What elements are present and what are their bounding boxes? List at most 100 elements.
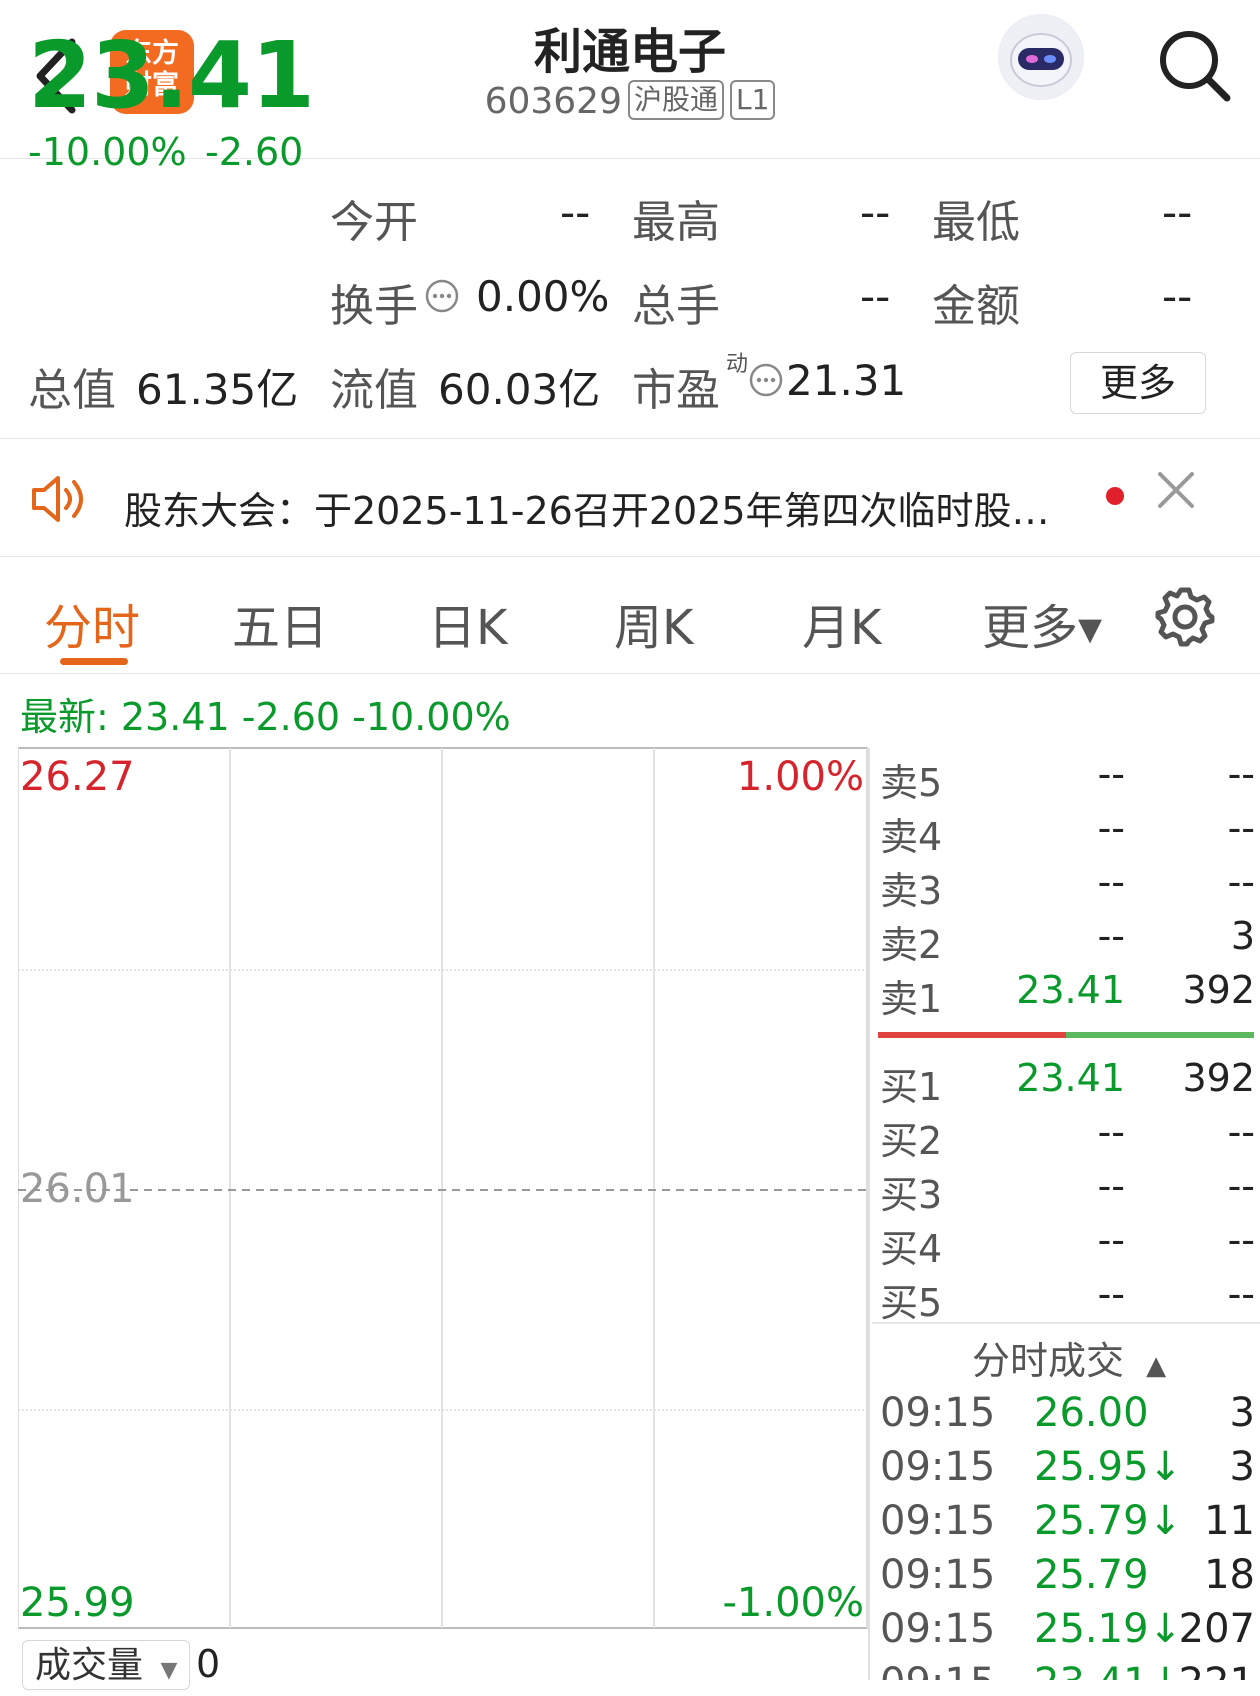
tab-intraday[interactable]: 分时 xyxy=(44,588,140,658)
ask-price: 23.41 xyxy=(1016,968,1125,1012)
notice-text[interactable]: 股东大会：于2025-11-26召开2025年第四次临时股… xyxy=(124,480,1050,535)
tick-time: 09:15 xyxy=(880,1498,996,1544)
tick-time: 09:15 xyxy=(880,1606,996,1652)
caret-down-icon: ▼ xyxy=(160,1658,178,1683)
tick-time: 09:15 xyxy=(880,1390,996,1436)
high-value: -- xyxy=(860,188,891,237)
pe-dynamic-mark: 动 xyxy=(726,352,749,377)
ask-level-label: 卖2 xyxy=(880,923,943,967)
connect-tag: 沪股通 xyxy=(628,80,725,120)
tick-price: 26.00 xyxy=(1034,1390,1149,1436)
settings-gear-icon[interactable] xyxy=(1154,586,1216,648)
tick-price: 25.19↓ xyxy=(1034,1606,1183,1652)
tab-five-day[interactable]: 五日 xyxy=(232,588,328,658)
tick-volume: 3 xyxy=(1229,1444,1255,1490)
ask-volume: -- xyxy=(1227,806,1255,850)
ask-volume: -- xyxy=(1227,752,1255,796)
robot-avatar-icon[interactable] xyxy=(998,14,1084,100)
tick-volume: 3 xyxy=(1229,1390,1255,1436)
bid-volume: -- xyxy=(1227,1272,1255,1316)
ask-price: -- xyxy=(1097,806,1125,850)
low-value: -- xyxy=(1162,188,1193,237)
tick-price: 25.79↓ xyxy=(1034,1498,1183,1544)
tick-row: 09:15 25.95↓ 3 xyxy=(880,1444,1255,1498)
ask-row-2: 卖2 -- 3 xyxy=(880,914,1255,968)
pct-max-label: 1.00% xyxy=(736,754,864,800)
amount-value: -- xyxy=(1162,272,1193,321)
bid-price: -- xyxy=(1097,1272,1125,1316)
market-cap-value: 61.35亿 xyxy=(136,365,299,414)
tab-more[interactable]: 更多▾ xyxy=(982,588,1102,658)
bid-price: 23.41 xyxy=(1016,1056,1125,1100)
bid-price: -- xyxy=(1097,1218,1125,1262)
high-label: 最高 xyxy=(632,197,720,248)
tick-volume: 18 xyxy=(1204,1552,1255,1598)
bid-row-1: 买1 23.41 392 xyxy=(880,1056,1255,1110)
bid-row-5: 买5 -- -- xyxy=(880,1272,1255,1326)
ask-row-1: 卖1 23.41 392 xyxy=(880,968,1255,1022)
ask-price: -- xyxy=(1097,752,1125,796)
ask-price: -- xyxy=(1097,860,1125,904)
bid-price: -- xyxy=(1097,1110,1125,1154)
bid-ask-ratio-bar xyxy=(878,1032,1254,1038)
tick-trades-header[interactable]: 分时成交 ▲ xyxy=(972,1330,1166,1385)
volume-indicator-value: 0 xyxy=(196,1642,221,1686)
float-cap-value: 60.03亿 xyxy=(438,365,601,414)
info-dots-icon[interactable] xyxy=(748,362,784,398)
tick-time: 09:15 xyxy=(880,1552,996,1598)
y-max-label: 26.27 xyxy=(20,754,135,800)
volume-label: 总手 xyxy=(632,281,720,332)
open-value: -- xyxy=(560,188,591,237)
info-dots-icon[interactable] xyxy=(424,278,460,314)
ask-level-label: 卖3 xyxy=(880,869,943,913)
change-amount: -2.60 xyxy=(205,130,304,174)
bid-price: -- xyxy=(1097,1164,1125,1208)
notice-bar[interactable]: 股东大会：于2025-11-26召开2025年第四次临时股… xyxy=(0,440,1260,557)
speaker-icon xyxy=(32,476,83,522)
tick-price: 25.79 xyxy=(1034,1552,1149,1598)
bid-level-label: 买5 xyxy=(880,1281,943,1325)
bid-row-3: 买3 -- -- xyxy=(880,1164,1255,1218)
y-min-label: 25.99 xyxy=(20,1580,135,1626)
bid-volume: -- xyxy=(1227,1110,1255,1154)
turnover-value: 0.00% xyxy=(476,272,610,321)
amount-label: 金额 xyxy=(932,281,1020,332)
period-tabs: 分时 五日 日K 周K 月K 更多▾ xyxy=(0,558,1260,674)
tab-weekly-k[interactable]: 周K xyxy=(614,588,693,658)
tick-time: 09:15 xyxy=(880,1660,995,1680)
stock-code: 603629 xyxy=(484,81,622,122)
tick-time: 09:15 xyxy=(880,1444,996,1490)
search-icon[interactable] xyxy=(1155,26,1235,106)
bid-level-label: 买2 xyxy=(880,1119,943,1163)
ask-level-label: 卖1 xyxy=(880,977,943,1021)
chart-svg xyxy=(17,746,868,1630)
turnover-label: 换手 xyxy=(330,281,418,332)
volume-value: -- xyxy=(860,272,891,321)
level-tag: L1 xyxy=(730,80,776,120)
stock-name: 利通电子 xyxy=(533,24,726,80)
tick-trades-title: 分时成交 xyxy=(972,1339,1125,1383)
tab-monthly-k[interactable]: 月K xyxy=(802,588,881,658)
change-percent: -10.00% xyxy=(28,130,187,174)
ratio-red-part xyxy=(878,1032,1066,1038)
intraday-chart[interactable]: 26.27 1.00% 26.01 25.99 -1.00% xyxy=(17,746,868,1630)
volume-indicator-select[interactable]: 成交量 ▼ xyxy=(22,1640,190,1690)
close-icon[interactable] xyxy=(1156,470,1196,510)
tick-volume: 221 xyxy=(1179,1660,1255,1680)
pe-value: 21.31 xyxy=(786,356,907,405)
more-quote-button[interactable]: 更多 xyxy=(1070,352,1206,414)
stock-code-line: 603629 沪股通 L1 xyxy=(380,80,880,122)
bid-volume: -- xyxy=(1227,1164,1255,1208)
tick-row: 09:15 25.79↓ 11 xyxy=(880,1498,1255,1552)
panel-divider xyxy=(868,748,870,1680)
pct-min-label: -1.00% xyxy=(722,1580,864,1626)
y-mid-label: 26.01 xyxy=(20,1166,135,1212)
bid-row-2: 买2 -- -- xyxy=(880,1110,1255,1164)
ask-volume: 3 xyxy=(1230,914,1255,958)
tab-daily-k[interactable]: 日K xyxy=(428,588,507,658)
bid-volume: 392 xyxy=(1182,1056,1255,1100)
market-cap-label: 总值 xyxy=(28,365,116,416)
ask-volume: -- xyxy=(1227,860,1255,904)
ask-row-5: 卖5 -- -- xyxy=(880,752,1255,806)
bid-level-label: 买3 xyxy=(880,1173,943,1217)
